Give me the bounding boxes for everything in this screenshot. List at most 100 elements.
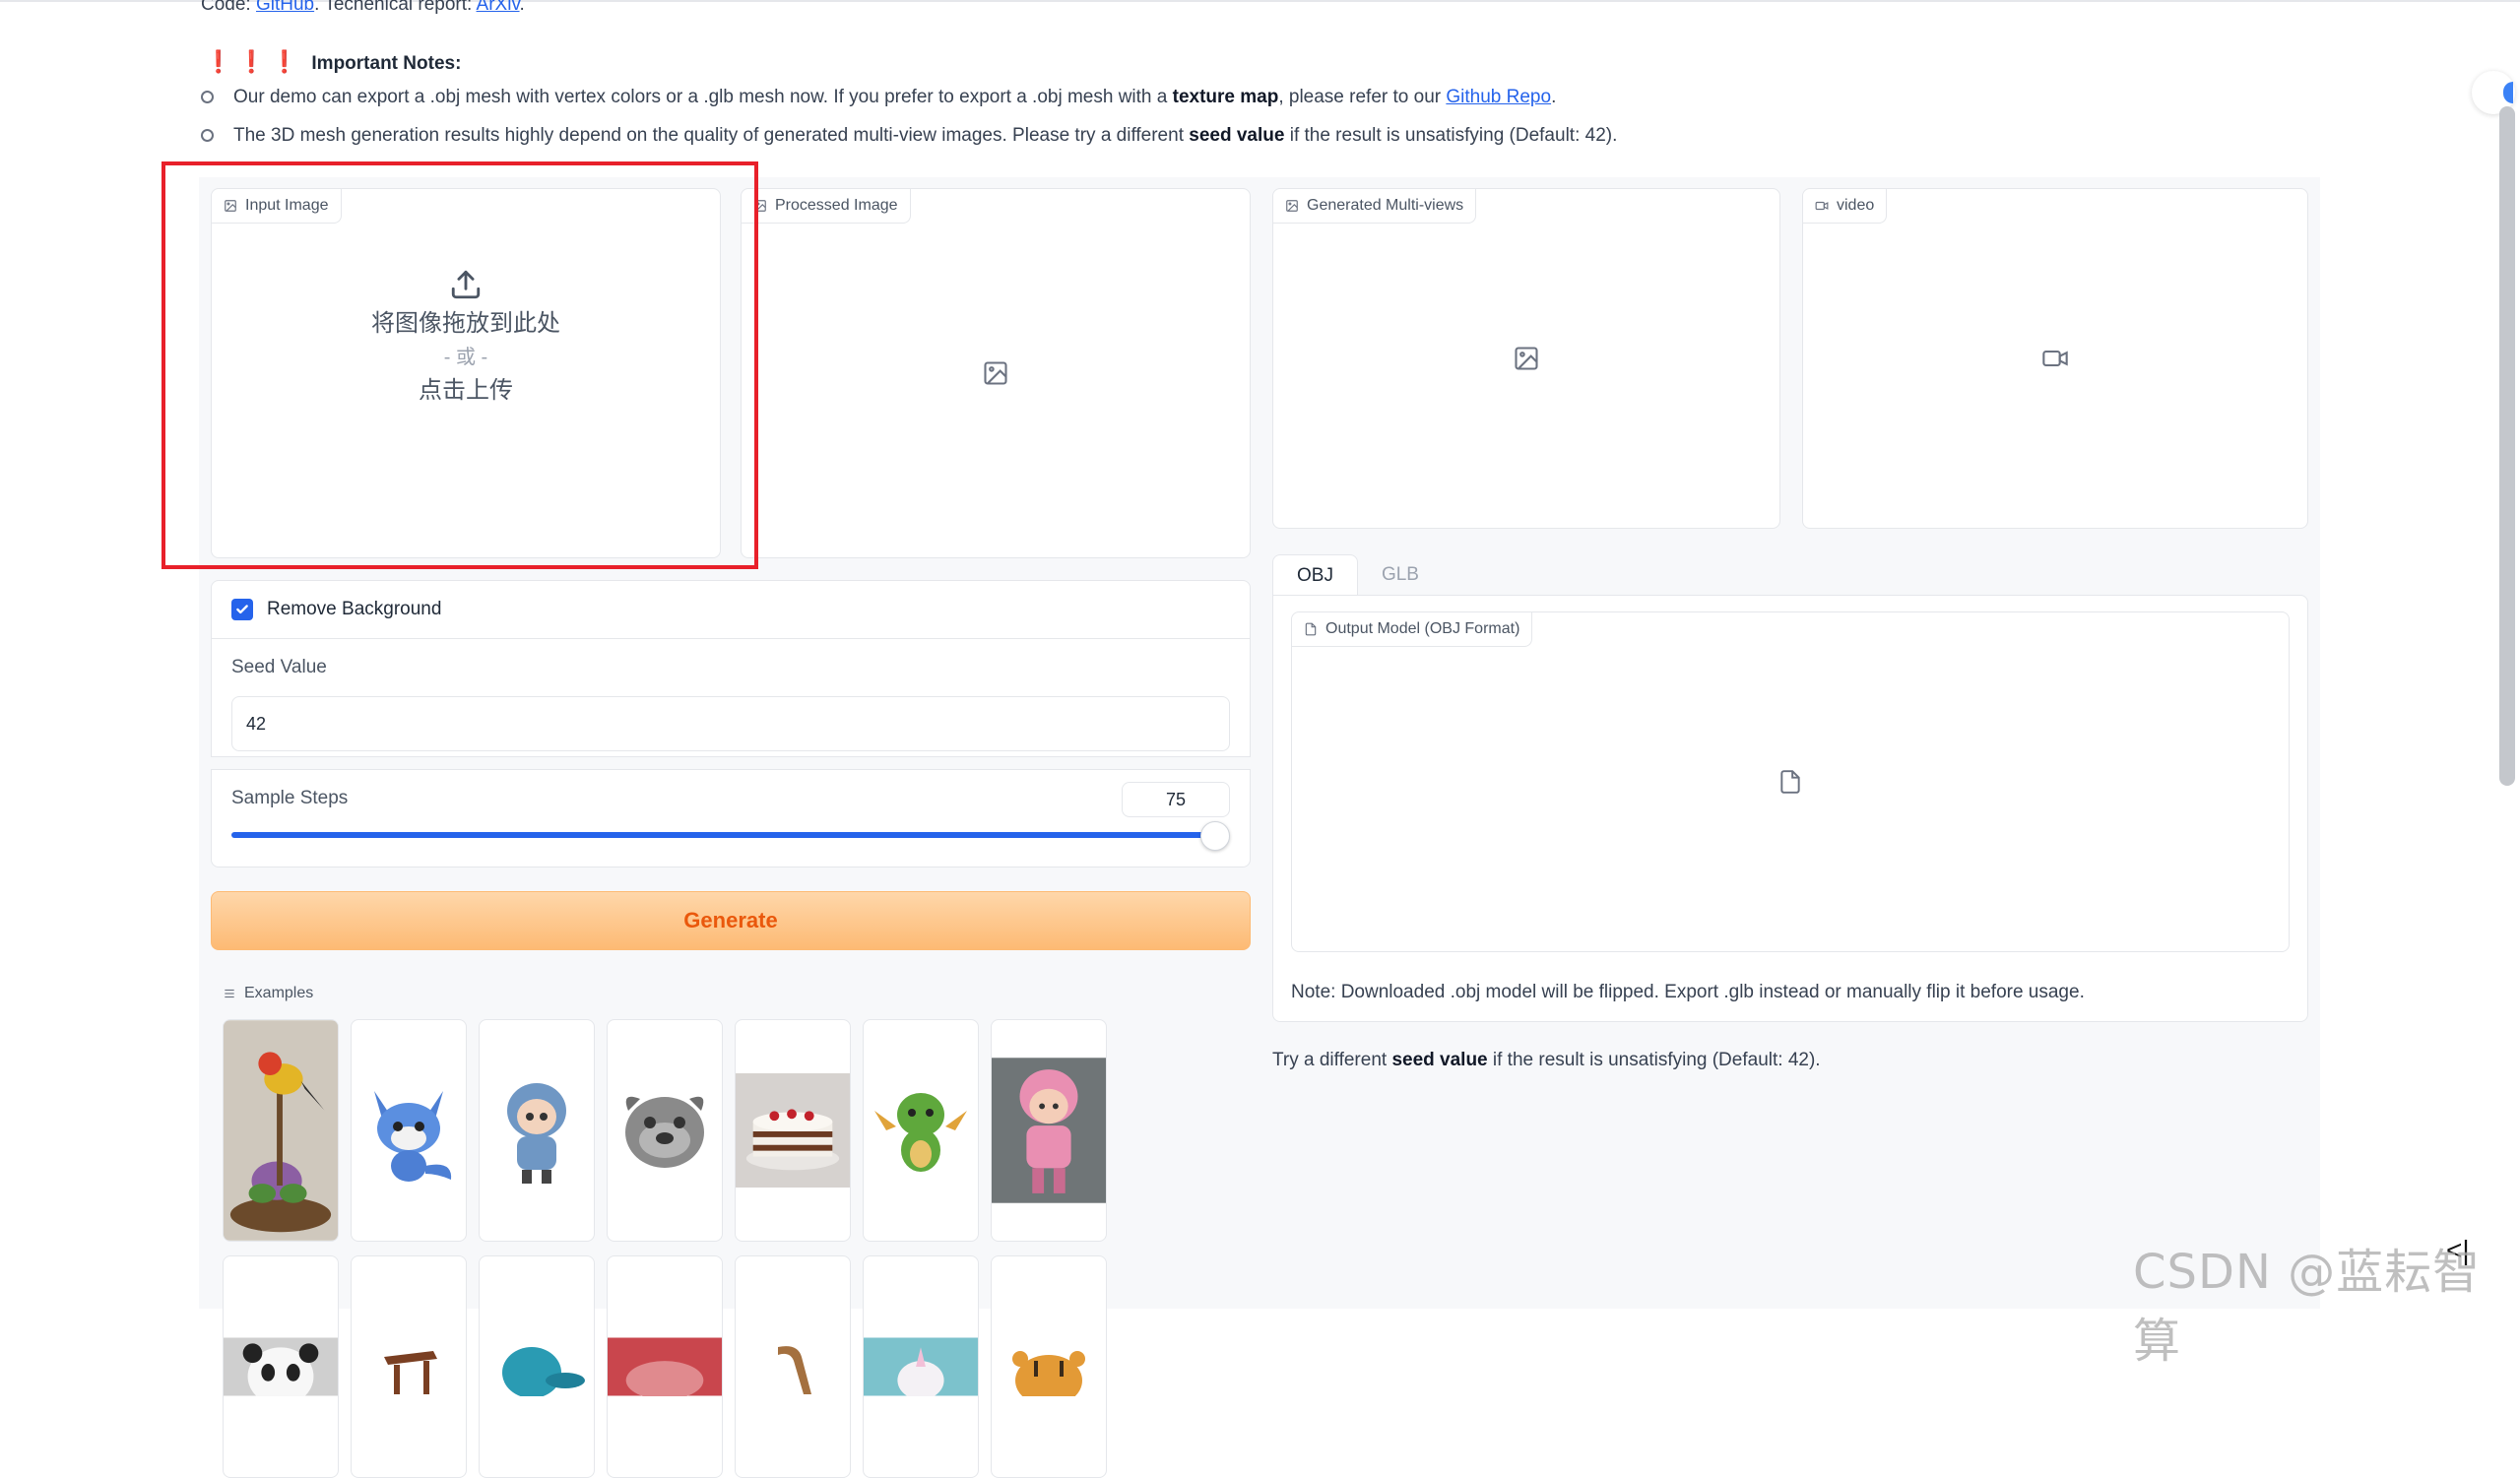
code-prefix: Code: [201,0,256,15]
panda-thumbnail [224,1337,338,1396]
example-panda[interactable] [223,1255,339,1478]
drop-text: 将图像拖放到此处 [371,310,560,337]
output-tabs: OBJ GLB [1272,554,1443,597]
file-placeholder-icon [1780,770,1800,794]
example-bird[interactable] [223,1019,339,1242]
image-icon [754,200,766,212]
or-text: - 或 - [443,347,488,368]
video-label-text: video [1837,197,1875,214]
exclamation-icons: ❗ ❗ ❗ [205,49,298,74]
video-placeholder-icon [2042,350,2068,367]
seed-hint-a: Try a different [1272,1050,1392,1070]
hoodie-kid-thumbnail [507,1083,566,1184]
seed-input[interactable]: 42 [231,696,1230,751]
example-cake[interactable] [735,1019,851,1242]
red-bowl-thumbnail [608,1337,722,1396]
remove-background-checkbox-row[interactable]: Remove Background [211,580,1251,639]
output-model-label-text: Output Model (OBJ Format) [1325,620,1520,637]
output-note: Note: Downloaded .obj model will be flip… [1291,982,2085,1002]
report-prefix: . Techenical report: [314,0,477,15]
bird-thumbnail [224,1020,338,1241]
note2-bold: seed value [1189,125,1285,146]
steps-slider-thumb[interactable] [1200,821,1230,851]
wooden-object-thumbnail [778,1346,811,1394]
seed-hint: Try a different seed value if the result… [1272,1050,1821,1071]
examples-label-text: Examples [244,985,314,1001]
image-icon [1286,200,1298,212]
multiviews-label-text: Generated Multi-views [1307,197,1464,214]
side-widget-icon [2503,82,2513,103]
note2-text-b: if the result is unsatisfying (Default: … [1284,125,1618,146]
generate-button[interactable]: Generate [211,891,1251,950]
example-hoodie-kid[interactable] [479,1019,595,1242]
click-upload-text: 点击上传 [419,377,513,404]
video-panel: video [1802,188,2308,529]
remove-background-checkbox[interactable] [231,599,253,620]
notes-title: ❗ ❗ ❗ Important Notes: [205,49,461,75]
seed-label: Seed Value [231,657,327,677]
multiviews-label: Generated Multi-views [1273,189,1477,224]
bulldog-thumbnail [625,1096,704,1168]
github-link[interactable]: GitHub [256,0,314,15]
example-bulldog[interactable] [607,1019,723,1242]
cap-thumbnail [502,1347,585,1396]
upload-area[interactable]: 将图像拖放到此处 - 或 - 点击上传 [212,268,720,409]
cake-thumbnail [736,1073,850,1188]
example-unicorn[interactable] [863,1255,979,1478]
output-model-label: Output Model (OBJ Format) [1292,612,1533,647]
settings-group: Remove Background Seed Value 42 Sample S… [211,580,1251,868]
video-label: video [1803,189,1888,224]
example-wooden-object[interactable] [735,1255,851,1478]
code-line: Code: GitHub. Techenical report: ArXiv. [201,0,525,16]
input-image-panel[interactable]: Input Image 将图像拖放到此处 - 或 - 点击上传 [211,188,721,558]
steps-label: Sample Steps [231,788,349,808]
steps-block: Sample Steps 75 [211,769,1251,868]
input-image-label: Input Image [212,189,342,224]
note1-bold: texture map [1172,87,1279,107]
example-tiger[interactable] [991,1255,1107,1478]
output-model-panel[interactable]: Output Model (OBJ Format) [1291,611,2290,952]
github-repo-link[interactable]: Github Repo [1446,87,1551,107]
remove-background-label: Remove Background [267,599,442,619]
note-1: Our demo can export a .obj mesh with ver… [201,87,1556,108]
pink-girl-thumbnail [992,1058,1106,1203]
file-icon [1305,622,1317,636]
notes-title-text: Important Notes: [311,53,462,74]
tab-obj[interactable]: OBJ [1272,554,1358,597]
note2-text-a: The 3D mesh generation results highly de… [233,125,1190,146]
tiger-thumbnail [1012,1351,1085,1396]
example-red-bowl[interactable] [607,1255,723,1478]
bullet-icon [201,129,214,143]
example-dragon[interactable] [863,1019,979,1242]
example-cap[interactable] [479,1255,595,1478]
processed-image-label: Processed Image [742,189,911,224]
image-placeholder-icon [1515,347,1538,370]
watermark: CSDN @蓝耘智算 [2133,1245,2482,1369]
list-icon [225,989,234,998]
note1-text-c: . [1551,87,1557,107]
steps-slider-track[interactable] [231,832,1204,838]
bullet-icon [201,91,214,104]
image-icon [225,200,236,212]
arxiv-link[interactable]: ArXiv [477,0,520,15]
chair-thumbnail [384,1351,437,1394]
example-pink-girl[interactable] [991,1019,1107,1242]
example-chair[interactable] [351,1255,467,1478]
steps-number-input[interactable]: 75 [1122,782,1230,817]
upload-icon [451,270,481,299]
note1-text-b: , please refer to our [1278,87,1447,107]
output-tab-panel: Output Model (OBJ Format) Note: Download… [1272,595,2308,1022]
check-icon [236,605,248,614]
processed-image-panel: Processed Image [741,188,1251,558]
note-2: The 3D mesh generation results highly de… [201,125,1617,147]
note1-text-a: Our demo can export a .obj mesh with ver… [233,87,1173,107]
tab-glb[interactable]: GLB [1358,554,1443,596]
unicorn-thumbnail [864,1337,978,1396]
examples-label: Examples [223,985,313,1002]
example-fox[interactable] [351,1019,467,1242]
video-icon [1815,201,1829,211]
processed-image-label-text: Processed Image [775,197,898,214]
seed-hint-bold: seed value [1391,1050,1488,1070]
period: . [519,0,525,15]
page-scrollbar[interactable] [2499,106,2515,786]
